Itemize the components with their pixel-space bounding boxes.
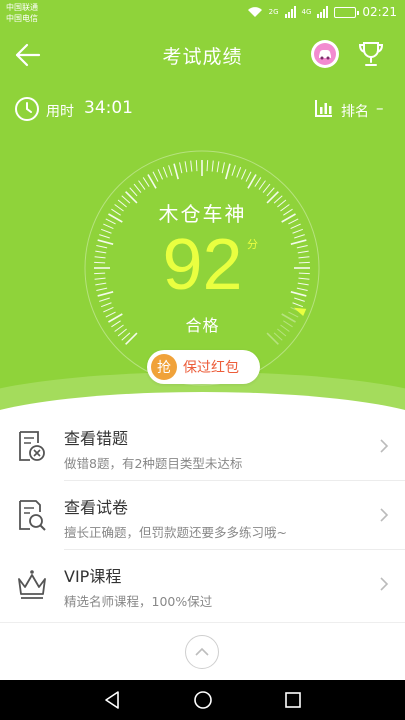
gauge-tick [184,161,188,173]
signal-icon-2 [317,6,329,18]
gauge-tick [195,160,198,172]
wrong-answers-icon [19,431,45,461]
gauge-tick [206,160,209,172]
network-type-1: 2G [268,8,279,16]
exam-paper-search-icon [19,500,46,531]
list-item-title: 查看错题 [64,429,129,448]
gauge-tick [262,183,271,193]
gauge-tick [129,187,138,197]
bar-chart-icon [315,100,332,117]
signal-icon-1 [284,6,296,18]
action-list: 查看错题 做错8题，有2种题目类型未达标 查看试卷 擅长正确题，但罚款题还要多多… [0,412,405,619]
network-type-2: 4G [301,8,312,16]
gauge-tick [173,163,179,180]
carrier-2: 中国电信 [6,14,38,23]
avatar-button[interactable] [311,40,339,68]
gauge-tick [179,162,183,174]
rank-value: – [376,99,384,117]
gauge-tick [225,163,231,180]
status-bar: 中国联通 中国电信 2G 4G 02:21 [0,0,405,30]
system-nav-bar [0,680,405,720]
gauge-tick [236,166,242,178]
gauge-tick [216,161,220,173]
score-value: 92 [162,225,243,305]
nav-back-icon[interactable] [102,690,122,710]
gauge-tick [133,183,142,193]
wifi-icon [247,7,262,17]
car-avatar-icon [314,43,336,65]
chevron-up-icon [195,647,209,656]
gauge-tick [240,169,247,180]
list-item-exam-paper[interactable]: 查看试卷 擅长正确题，但罚款题还要多多练习哦~ [0,481,405,550]
gauge-tick [162,166,168,178]
time-value: 34:01 [84,98,133,118]
carrier-labels: 中国联通 中国电信 [6,2,38,24]
gauge-tick [266,187,275,197]
red-packet-button[interactable]: 抢 保过红包 [147,350,260,384]
battery-icon [334,6,360,18]
app-bar: 考试成绩 [0,30,405,80]
crown-icon [18,570,46,599]
page-title: 考试成绩 [162,46,243,68]
grab-badge: 抢 [151,354,177,380]
list-item-subtitle: 精选名师课程，100%保过 [64,594,213,609]
chevron-right-icon [380,439,389,453]
gauge-tick [142,177,150,187]
score-unit: 分 [247,238,258,251]
gauge-tick [221,162,225,174]
trophy-icon[interactable] [356,39,386,69]
list-item-subtitle: 擅长正确题，但罚款题还要多多练习哦~ [64,525,287,540]
scroll-up-button[interactable] [185,635,219,669]
list-item-subtitle: 做错8题，有2种题目类型未达标 [64,456,243,471]
list-item-title: 查看试卷 [64,498,129,517]
gauge-tick [190,160,193,172]
list-item-wrong-answers[interactable]: 查看错题 做错8题，有2种题目类型未达标 [0,412,405,481]
red-packet-label: 保过红包 [183,360,239,376]
rank-label: 排名 [341,104,369,120]
gauge-tick [231,165,236,176]
gauge-tick [258,180,266,190]
gauge-tick [168,165,173,176]
nav-home-icon[interactable] [193,690,213,710]
nav-recent-icon[interactable] [283,690,303,710]
chevron-right-icon [380,577,389,591]
clock-icon [15,97,39,121]
gauge-tick [138,180,146,190]
list-item-vip-course[interactable]: VIP课程 精选名师课程，100%保过 [0,550,405,619]
status-time: 02:21 [362,5,397,19]
gauge-tick [254,177,262,187]
gauge-tick [245,171,252,182]
gauge-tick [152,171,159,182]
list-item-title: VIP课程 [64,567,122,586]
pass-status: 合格 [185,316,220,335]
carrier-1: 中国联通 [6,3,38,12]
chevron-right-icon [380,508,389,522]
gauge-tick [157,169,164,180]
time-label: 用时 [46,104,74,120]
gauge-tick [211,160,214,172]
